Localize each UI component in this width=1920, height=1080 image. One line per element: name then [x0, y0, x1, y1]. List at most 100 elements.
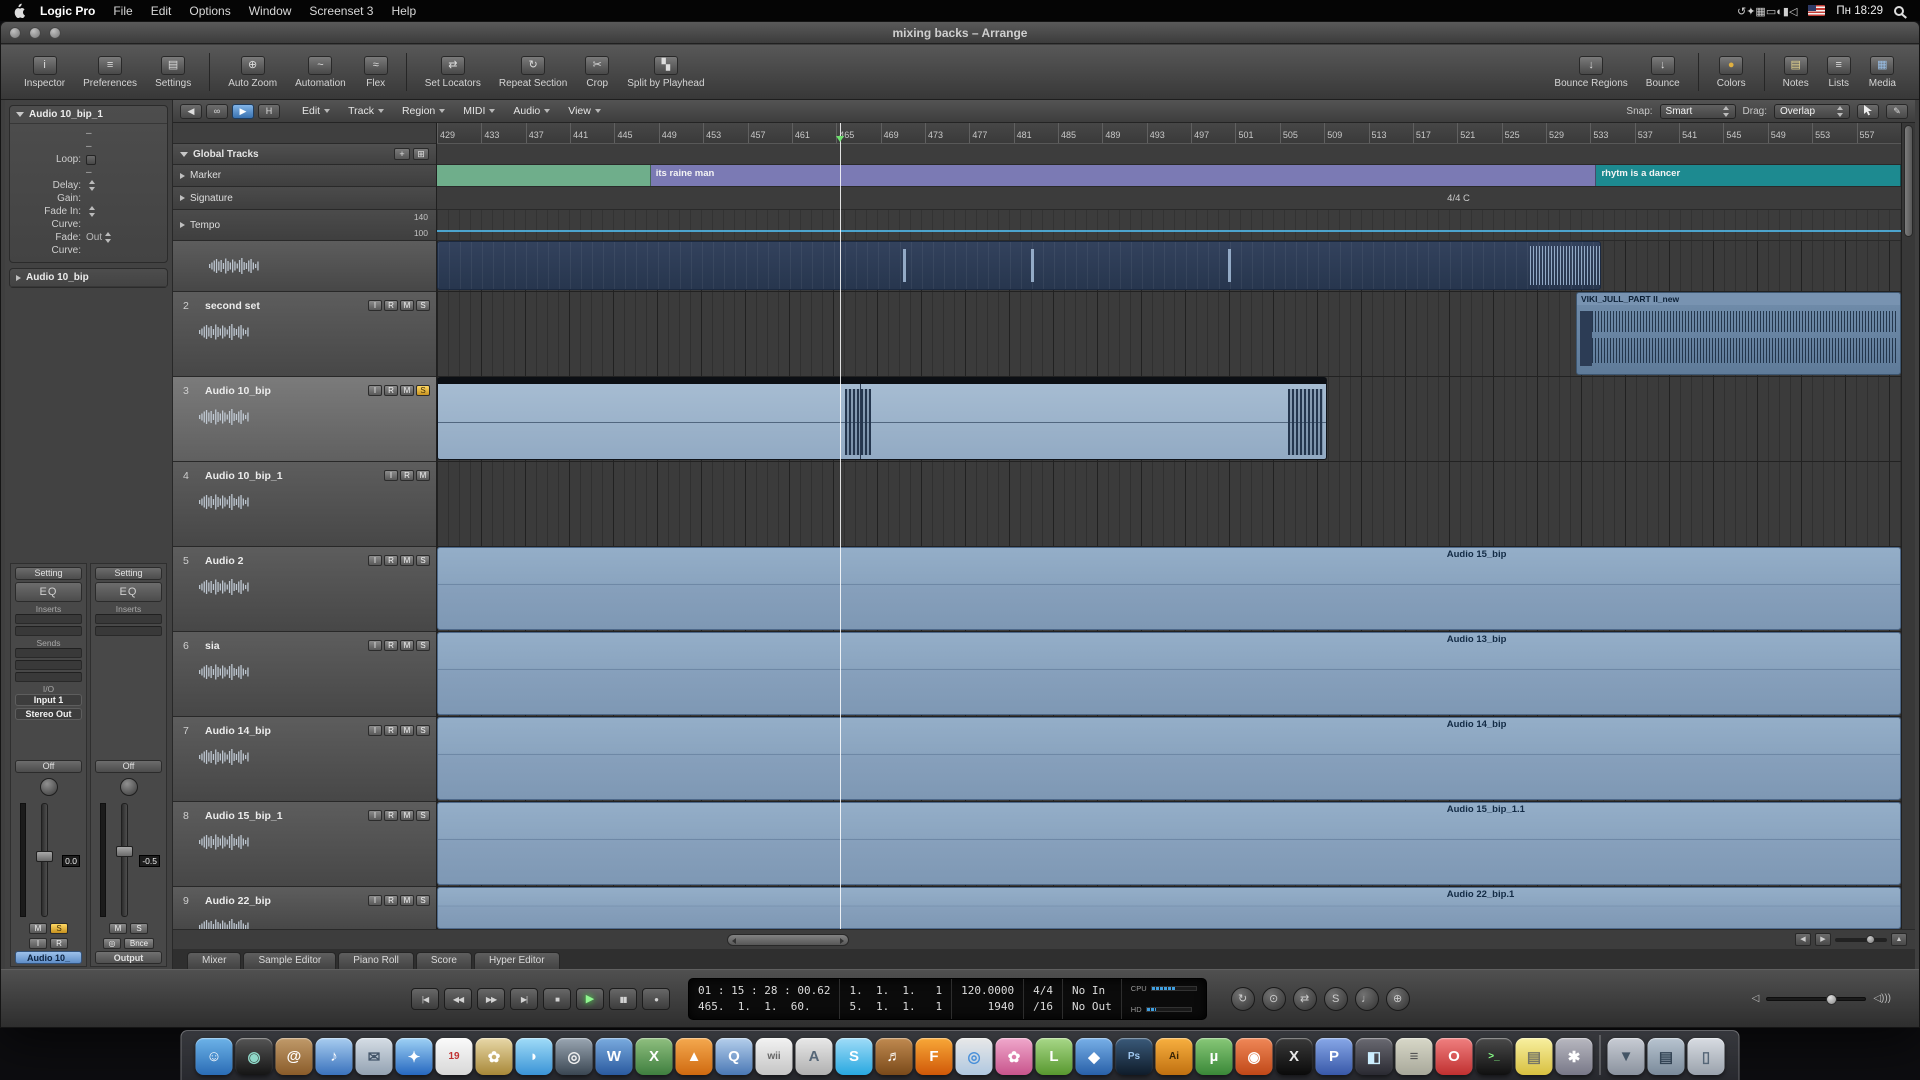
colors-button[interactable]: ●Colors [1708, 45, 1755, 99]
dock-photoshop-icon[interactable]: Ps [1116, 1038, 1153, 1075]
menu-options[interactable]: Options [180, 4, 239, 18]
track-r-button[interactable]: R [384, 640, 398, 651]
replace-button[interactable]: ⇄ [1293, 987, 1317, 1011]
mute-button[interactable]: M [109, 923, 127, 934]
dock-ical-icon[interactable]: 19 [436, 1038, 473, 1075]
setting-button[interactable]: Setting [15, 567, 82, 580]
disclosure-triangle-icon[interactable] [180, 222, 185, 228]
dock-iphoto-icon[interactable]: ✿ [476, 1038, 513, 1075]
rewind-button[interactable]: ◀◀ [444, 988, 472, 1010]
crop-button[interactable]: ✂Crop [576, 45, 618, 99]
dock-mail-icon[interactable]: ✉ [356, 1038, 393, 1075]
plugin-slot[interactable] [15, 614, 82, 624]
region-viki-jull-part-ii-new[interactable]: VIKI_JULL_PART II_new [1576, 292, 1901, 375]
disclosure-triangle-icon[interactable] [180, 195, 185, 201]
marker-its-raine-man[interactable]: its raine man [651, 165, 1597, 186]
signature-track-header[interactable]: Signature [173, 187, 436, 210]
tab-piano-roll[interactable]: Piano Roll [338, 952, 414, 969]
track-lane-2[interactable]: VIKI_JULL_PART II_new [437, 292, 1901, 377]
strip-name-output[interactable]: Output [95, 951, 162, 964]
plugin-slot[interactable] [95, 614, 162, 624]
dock-illustrator-icon[interactable]: Ai [1156, 1038, 1193, 1075]
tempo-curve[interactable] [437, 230, 1901, 232]
track-s-button[interactable]: S [416, 640, 430, 651]
dock-address-book-icon[interactable]: @ [276, 1038, 313, 1075]
dock-chrome-icon[interactable]: ◎ [956, 1038, 993, 1075]
pan-knob[interactable] [120, 778, 138, 796]
horizontal-scrollbar[interactable]: ◀ ▶ ▲ [173, 929, 1915, 949]
track-r-button[interactable]: R [384, 810, 398, 821]
menu-window[interactable]: Window [240, 4, 301, 18]
automation-mode-button[interactable]: Off [95, 760, 162, 773]
tab-sample-editor[interactable]: Sample Editor [243, 952, 336, 969]
param-row-delay[interactable]: Delay: [10, 179, 167, 192]
track-m-button[interactable]: M [400, 725, 414, 736]
menu-edit[interactable]: Edit [142, 4, 181, 18]
sync-button[interactable]: ⊕ [1386, 987, 1410, 1011]
strip-name-track[interactable]: Audio 10_ [15, 951, 82, 964]
input-monitor-button[interactable]: I [29, 938, 47, 949]
disclosure-triangle-icon[interactable] [16, 275, 21, 281]
track-s-button[interactable]: S [416, 300, 430, 311]
dock-pandora-icon[interactable]: P [1316, 1038, 1353, 1075]
track-r-button[interactable]: R [384, 300, 398, 311]
keyboard-icon[interactable]: ▦ [1755, 6, 1765, 18]
stepper-icon[interactable] [89, 206, 96, 217]
horizontal-scrollbar-thumb[interactable] [727, 934, 849, 946]
track-m-button[interactable]: M [400, 555, 414, 566]
set-locators-button[interactable]: ⇄Set Locators [416, 45, 490, 99]
dock-notation-app-icon[interactable]: ≡ [1396, 1038, 1433, 1075]
mute-button[interactable]: M [29, 923, 47, 934]
automation-mode-button[interactable]: Off [15, 760, 82, 773]
disclosure-triangle-icon[interactable] [180, 152, 188, 157]
inspector-button[interactable]: iInspector [15, 45, 74, 99]
go-to-begin-button[interactable]: |◀ [411, 988, 439, 1010]
pencil-tool-button[interactable]: ✎ [1886, 104, 1908, 119]
autopunch-button[interactable]: ⊙ [1262, 987, 1286, 1011]
marker-lane[interactable]: its raine manrhytm is a dancer [437, 165, 1901, 187]
track-r-button[interactable]: R [400, 470, 414, 481]
dock-ichat-icon[interactable]: ◗ [516, 1038, 553, 1075]
menubar-clock[interactable]: Пн 18:29 [1836, 5, 1883, 17]
track-s-button[interactable]: S [416, 725, 430, 736]
link-button[interactable]: ∞ [206, 104, 228, 119]
snap-dropdown[interactable]: Smart [1660, 104, 1736, 119]
region-audio-14-bip[interactable]: Audio 14_bip [437, 717, 1901, 800]
lcd-position-section[interactable]: 01 : 15 : 28 : 00.62 465. 1. 1. 60. [689, 979, 840, 1019]
flex-button[interactable]: ≈Flex [355, 45, 397, 99]
track-i-button[interactable]: I [368, 895, 382, 906]
signature-lane[interactable]: 4/4 C [437, 187, 1901, 210]
pointer-tool-button[interactable] [1857, 104, 1879, 119]
volume-fader[interactable] [116, 846, 133, 857]
apple-menu-icon[interactable] [12, 3, 25, 18]
volume-slider[interactable] [1766, 997, 1866, 1001]
cycle-bounce-button[interactable]: ◎ [103, 938, 121, 949]
eq-button[interactable]: EQ [15, 582, 82, 602]
volume-icon[interactable]: ◁ [1789, 6, 1797, 18]
marker-segment[interactable] [437, 165, 651, 186]
track-header-7[interactable]: 7Audio 14_bipIRMS [173, 717, 436, 802]
eq-button[interactable]: EQ [95, 582, 162, 602]
arrange-menu-midi[interactable]: MIDI [454, 105, 504, 117]
track-s-button[interactable]: S [416, 895, 430, 906]
playhead-line[interactable] [840, 123, 841, 929]
forward-button[interactable]: ▶▶ [477, 988, 505, 1010]
tab-mixer[interactable]: Mixer [187, 952, 241, 969]
menu-screenset-3[interactable]: Screenset 3 [300, 4, 382, 18]
drag-dropdown[interactable]: Overlap [1774, 104, 1850, 119]
param-row-fade-in[interactable]: Fade In: [10, 205, 167, 218]
track-lane-8[interactable]: Audio 15_bip_1.1 [437, 802, 1901, 887]
track-r-button[interactable]: R [384, 555, 398, 566]
setting-button[interactable]: Setting [95, 567, 162, 580]
track-i-button[interactable]: I [368, 810, 382, 821]
track-i-button[interactable]: I [368, 300, 382, 311]
track-m-button[interactable]: M [400, 385, 414, 396]
plugin-slot[interactable] [15, 660, 82, 670]
lcd-midi-section[interactable]: No In No Out [1063, 979, 1122, 1019]
vertical-scrollbar[interactable] [1901, 123, 1915, 929]
solo-button[interactable]: S [130, 923, 148, 934]
tempo-lane[interactable] [437, 210, 1901, 241]
lists-button[interactable]: ≡Lists [1818, 45, 1860, 99]
track-lane-3[interactable] [437, 377, 1901, 462]
track-lane-6[interactable]: Audio 13_bip [437, 632, 1901, 717]
